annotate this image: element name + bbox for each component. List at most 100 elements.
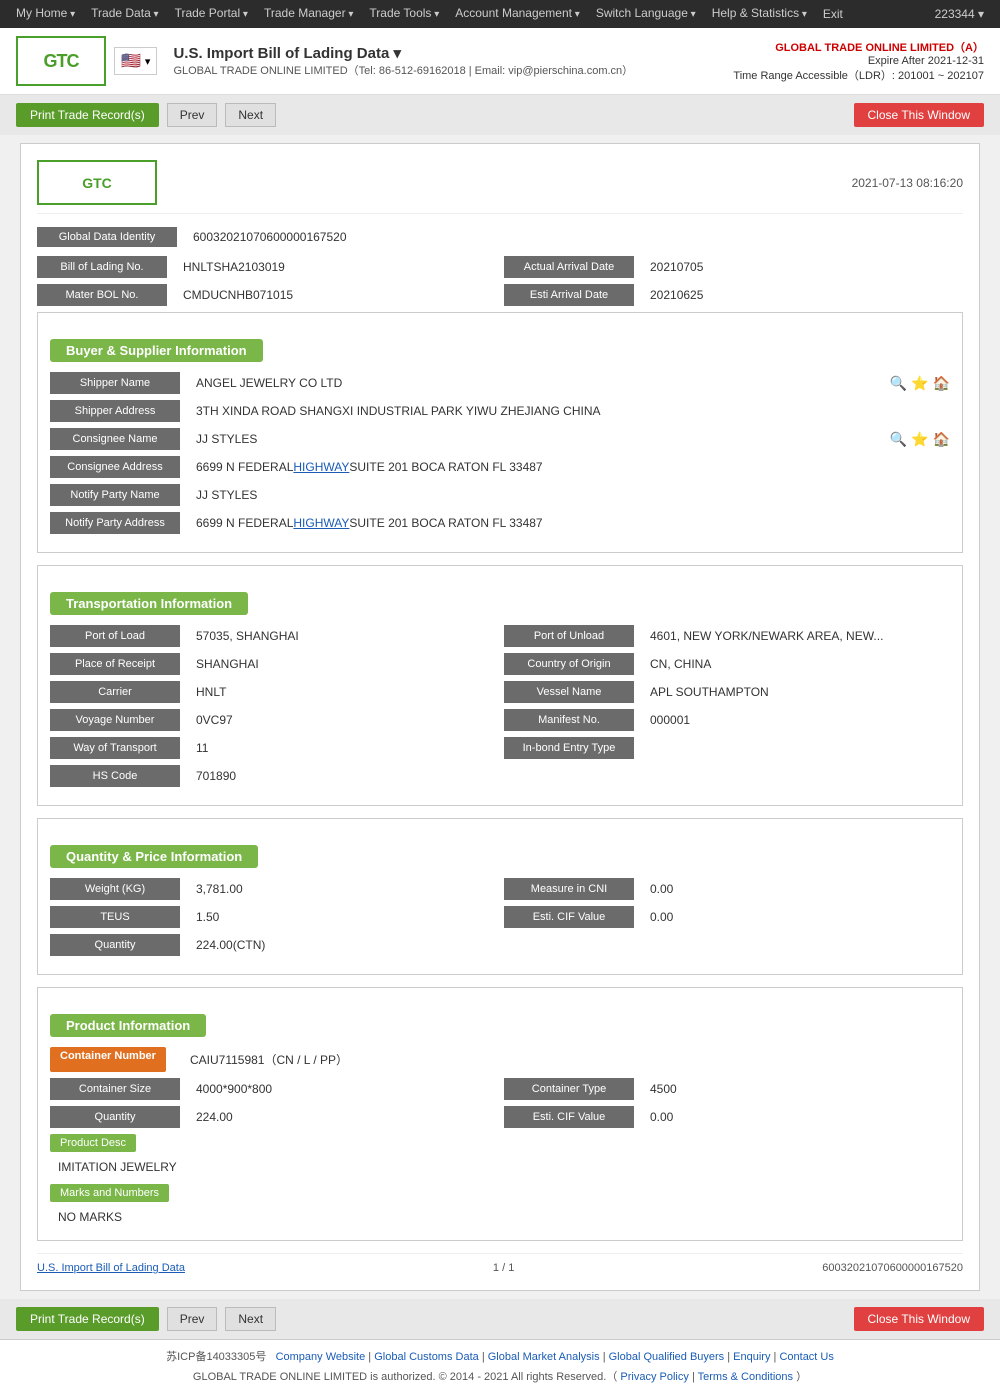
hs-code-label: HS Code — [50, 765, 180, 787]
record-date: 2021-07-13 08:16:20 — [852, 176, 963, 190]
nav-help-statistics[interactable]: Help & Statistics — [704, 0, 815, 29]
bol-row: Bill of Lading No. HNLTSHA2103019 Actual… — [37, 256, 963, 278]
nav-trade-tools[interactable]: Trade Tools — [361, 0, 447, 29]
print-button-bottom[interactable]: Print Trade Record(s) — [16, 1307, 159, 1331]
consignee-address-value: 6699 N FEDERAL HIGHWAY SUITE 201 BOCA RA… — [188, 456, 950, 478]
place-receipt-label: Place of Receipt — [50, 653, 180, 675]
actual-arrival-value: 20210705 — [642, 256, 963, 278]
teus-value: 1.50 — [188, 906, 496, 928]
container-number-value: CAIU7115981（CN / L / PP） — [182, 1047, 950, 1072]
next-button-bottom[interactable]: Next — [225, 1307, 276, 1331]
place-receipt-value: SHANGHAI — [188, 653, 496, 675]
product-esti-cif-label: Esti. CIF Value — [504, 1106, 634, 1128]
consignee-home-icon[interactable]: 🏠 — [933, 431, 950, 448]
time-range: Time Range Accessible（LDR）: 201001 ~ 202… — [733, 67, 984, 83]
container-type-value: 4500 — [642, 1078, 950, 1100]
marks-section: Marks and Numbers NO MARKS — [50, 1184, 950, 1228]
product-desc-section: Product Desc IMITATION JEWELRY — [50, 1134, 950, 1178]
carrier-row: Carrier HNLT Vessel Name APL SOUTHAMPTON — [50, 681, 950, 703]
transportation-section: Transportation Information Port of Load … — [37, 565, 963, 806]
shipper-address-label: Shipper Address — [50, 400, 180, 422]
product-desc-badge: Product Desc — [50, 1134, 136, 1152]
top-navigation: My Home Trade Data Trade Portal Trade Ma… — [0, 0, 1000, 28]
expire-date: Expire After 2021-12-31 — [733, 55, 984, 67]
container-number-row: Container Number CAIU7115981（CN / L / PP… — [50, 1047, 950, 1072]
container-size-value: 4000*900*800 — [188, 1078, 496, 1100]
close-button-bottom[interactable]: Close This Window — [854, 1307, 984, 1331]
shipper-address-row: Shipper Address 3TH XINDA ROAD SHANGXI I… — [50, 400, 950, 422]
product-quantity-value: 224.00 — [188, 1106, 496, 1128]
bol-label: Bill of Lading No. — [37, 256, 167, 278]
product-section: Product Information Container Number CAI… — [37, 987, 963, 1241]
print-button-top[interactable]: Print Trade Record(s) — [16, 103, 159, 127]
footer-terms-link[interactable]: Terms & Conditions — [698, 1371, 793, 1383]
port-unload-label: Port of Unload — [504, 625, 634, 647]
voyage-row: Voyage Number 0VC97 Manifest No. 000001 — [50, 709, 950, 731]
flag-button[interactable]: 🇺🇸 ▾ — [114, 47, 157, 75]
container-size-label: Container Size — [50, 1078, 180, 1100]
prev-button-top[interactable]: Prev — [167, 103, 218, 127]
consignee-search-icon[interactable]: 🔍 — [890, 431, 907, 448]
company-name: GLOBAL TRADE ONLINE LIMITED（A） — [733, 39, 984, 55]
footer-enquiry[interactable]: Enquiry — [733, 1351, 770, 1363]
page-header: GTC 🇺🇸 ▾ U.S. Import Bill of Lading Data… — [0, 28, 1000, 95]
vessel-name-value: APL SOUTHAMPTON — [642, 681, 950, 703]
header-subtitle: GLOBAL TRADE ONLINE LIMITED（Tel: 86-512-… — [173, 62, 733, 78]
nav-trade-portal[interactable]: Trade Portal — [167, 0, 256, 29]
header-right: GLOBAL TRADE ONLINE LIMITED（A） Expire Af… — [733, 39, 984, 83]
manifest-label: Manifest No. — [504, 709, 634, 731]
product-quantity-row: Quantity 224.00 Esti. CIF Value 0.00 — [50, 1106, 950, 1128]
container-type-label: Container Type — [504, 1078, 634, 1100]
shipper-home-icon[interactable]: 🏠 — [933, 375, 950, 392]
notify-party-name-label: Notify Party Name — [50, 484, 180, 506]
weight-row: Weight (KG) 3,781.00 Measure in CNI 0.00 — [50, 878, 950, 900]
notify-address-link[interactable]: HIGHWAY — [293, 516, 349, 530]
nav-account-management[interactable]: Account Management — [447, 0, 588, 29]
footer-global-buyers[interactable]: Global Qualified Buyers — [609, 1351, 725, 1363]
footer-privacy-link[interactable]: Privacy Policy — [620, 1371, 688, 1383]
next-button-top[interactable]: Next — [225, 103, 276, 127]
record-source-link[interactable]: U.S. Import Bill of Lading Data — [37, 1262, 185, 1274]
shipper-star-icon[interactable]: ⭐ — [911, 375, 928, 392]
nav-my-home[interactable]: My Home — [8, 0, 83, 29]
footer-copyright: GLOBAL TRADE ONLINE LIMITED is authorize… — [16, 1368, 984, 1384]
consignee-address-link[interactable]: HIGHWAY — [293, 460, 349, 474]
quantity-row: Quantity 224.00(CTN) — [50, 934, 950, 956]
footer-global-customs[interactable]: Global Customs Data — [374, 1351, 479, 1363]
consignee-name-value: JJ STYLES — [188, 428, 882, 450]
footer-global-market[interactable]: Global Market Analysis — [488, 1351, 600, 1363]
container-number-badge: Container Number — [50, 1047, 166, 1072]
in-bond-value — [642, 737, 950, 759]
prev-button-bottom[interactable]: Prev — [167, 1307, 218, 1331]
weight-label: Weight (KG) — [50, 878, 180, 900]
logo-area: GTC 🇺🇸 ▾ — [16, 36, 157, 86]
product-desc-value: IMITATION JEWELRY — [50, 1156, 950, 1178]
vessel-name-label: Vessel Name — [504, 681, 634, 703]
close-button-top[interactable]: Close This Window — [854, 103, 984, 127]
consignee-icons: 🔍 ⭐ 🏠 — [890, 428, 950, 450]
teus-label: TEUS — [50, 906, 180, 928]
footer-contact-us[interactable]: Contact Us — [779, 1351, 833, 1363]
consignee-address-row: Consignee Address 6699 N FEDERAL HIGHWAY… — [50, 456, 950, 478]
consignee-star-icon[interactable]: ⭐ — [911, 431, 928, 448]
action-bar-top: Print Trade Record(s) Prev Next Close Th… — [0, 95, 1000, 135]
receipt-row: Place of Receipt SHANGHAI Country of Ori… — [50, 653, 950, 675]
nav-exit[interactable]: Exit — [815, 0, 851, 28]
consignee-address-label: Consignee Address — [50, 456, 180, 478]
mater-bol-row: Mater BOL No. CMDUCNHB071015 Esti Arriva… — [37, 284, 963, 306]
notify-party-address-label: Notify Party Address — [50, 512, 180, 534]
in-bond-label: In-bond Entry Type — [504, 737, 634, 759]
record-logo: GTC — [37, 160, 157, 205]
esti-cif-value: 0.00 — [642, 906, 950, 928]
country-origin-value: CN, CHINA — [642, 653, 950, 675]
quantity-price-section: Quantity & Price Information Weight (KG)… — [37, 818, 963, 975]
mater-bol-value: CMDUCNHB071015 — [175, 284, 496, 306]
port-load-label: Port of Load — [50, 625, 180, 647]
nav-trade-data[interactable]: Trade Data — [83, 0, 166, 29]
global-data-identity-value: 60032021070600000167520 — [185, 226, 963, 248]
product-header: Product Information — [50, 1014, 206, 1037]
footer-company-website[interactable]: Company Website — [276, 1351, 366, 1363]
nav-switch-language[interactable]: Switch Language — [588, 0, 704, 29]
shipper-search-icon[interactable]: 🔍 — [890, 375, 907, 392]
nav-trade-manager[interactable]: Trade Manager — [256, 0, 361, 29]
